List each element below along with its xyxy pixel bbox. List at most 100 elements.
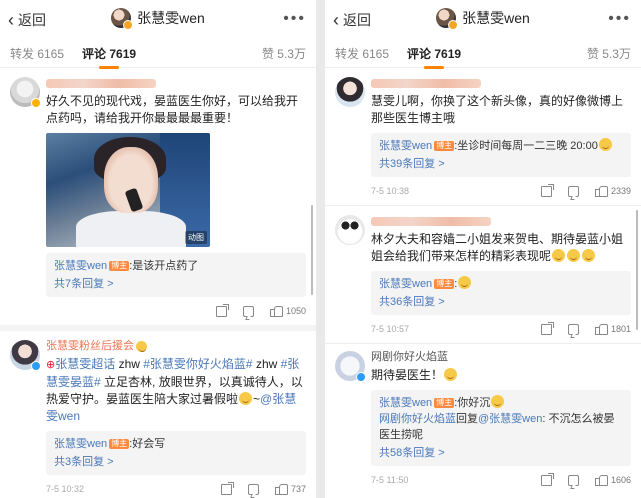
comment-gif-image[interactable]: 动图 xyxy=(46,133,210,247)
share-icon xyxy=(540,472,554,486)
like-button[interactable]: 2339 xyxy=(594,185,631,197)
username[interactable]: 网剧你好火焰蓝 xyxy=(371,350,631,364)
reply-author[interactable]: 张慧雯wen xyxy=(379,140,432,152)
tab-repost[interactable]: 转发 6165 xyxy=(335,45,389,62)
reply-text: :是该开点药了 xyxy=(129,260,199,272)
reply-box[interactable]: 张慧雯wen 博主: 共36条回复 > xyxy=(371,271,631,315)
reply-author[interactable]: 张慧雯wen xyxy=(54,260,107,272)
reply-box[interactable]: 张慧雯wen 博主:好会写 共3条回复 > xyxy=(46,431,306,475)
reply-author[interactable]: 张慧雯wen xyxy=(379,278,432,290)
reply-line: 张慧雯wen 博主:好会写 xyxy=(54,436,298,452)
username[interactable] xyxy=(371,76,631,90)
more-replies-link[interactable]: 共58条回复 > xyxy=(379,445,623,461)
share-button[interactable] xyxy=(220,481,234,495)
like-icon xyxy=(594,474,608,486)
hashtag-link[interactable]: #张慧雯你好火焰蓝# xyxy=(143,357,252,371)
like-icon xyxy=(594,323,608,335)
reply-author[interactable]: 张慧雯wen xyxy=(54,438,107,450)
like-count: 1050 xyxy=(285,306,306,316)
comment-text: 慧雯儿啊，你换了这个新头像，真的好像微博上那些医生博主哦 xyxy=(371,94,624,125)
author-chip: 博主 xyxy=(109,261,130,271)
more-icon[interactable]: ••• xyxy=(608,10,631,28)
emoji-icon xyxy=(598,138,612,151)
tab-comment[interactable]: 评论 7619 xyxy=(407,45,461,62)
blurred-username xyxy=(371,216,491,226)
share-button[interactable] xyxy=(215,303,229,317)
tab-bar: 转发 6165 评论 7619 赞 5.3万 xyxy=(0,40,316,68)
reply-verb: 回复 xyxy=(456,413,478,425)
header-username: 张慧雯wen xyxy=(137,10,205,26)
share-button[interactable] xyxy=(540,472,554,486)
reply-line: 张慧雯wen 博主:坐诊时间每周一二三晚 20:00 xyxy=(379,138,623,154)
more-replies-link[interactable]: 共3条回复 > xyxy=(54,454,298,470)
like-button[interactable]: 1050 xyxy=(269,305,306,317)
author-chip: 博主 xyxy=(434,398,455,408)
header-username: 张慧雯wen xyxy=(462,10,530,26)
reply-box[interactable]: 张慧雯wen 博主:是该开点药了 共7条回复 > xyxy=(46,253,306,297)
more-replies-link[interactable]: 共36条回复 > xyxy=(379,294,623,310)
tab-repost[interactable]: 转发 6165 xyxy=(10,45,64,62)
emoji-icon xyxy=(239,392,253,405)
more-replies-link[interactable]: 共39条回复 > xyxy=(379,156,623,172)
like-button[interactable]: 737 xyxy=(274,483,306,495)
like-button[interactable]: 1801 xyxy=(594,323,631,335)
comment-item: 林夕大夫和容嫱二小姐发来贺电、期待晏蓝小姐姐会给我们带来怎样的精彩表现呢 张慧雯… xyxy=(325,206,641,344)
emoji-icon xyxy=(458,276,472,289)
share-button[interactable] xyxy=(540,321,554,335)
text-segment: zhw xyxy=(115,357,144,371)
like-icon xyxy=(594,185,608,197)
tab-like[interactable]: 赞 5.3万 xyxy=(262,45,306,62)
comment-button[interactable] xyxy=(247,483,259,495)
avatar[interactable] xyxy=(335,215,365,245)
reply-author[interactable]: 张慧雯wen xyxy=(379,397,432,409)
mention-link[interactable]: @张慧雯wen xyxy=(478,413,542,425)
reply-box[interactable]: 张慧雯wen 博主:坐诊时间每周一二三晚 20:00 共39条回复 > xyxy=(371,133,631,177)
avatar[interactable] xyxy=(335,77,365,107)
comment-item: 网剧你好火焰蓝 期待晏医生！ 张慧雯wen 博主:你好沉 网剧你好火焰蓝回复@张慧… xyxy=(325,344,641,494)
verified-badge-icon xyxy=(31,361,41,371)
avatar xyxy=(111,8,134,30)
header-title[interactable]: 张慧雯wen xyxy=(0,8,316,30)
scrollbar[interactable] xyxy=(636,210,638,330)
username[interactable] xyxy=(371,214,631,228)
blurred-username xyxy=(371,78,481,88)
image-coat xyxy=(76,211,186,247)
emoji-icon xyxy=(491,395,505,408)
share-icon xyxy=(540,321,554,335)
username[interactable] xyxy=(46,76,306,90)
share-icon xyxy=(220,481,234,495)
comment-icon xyxy=(242,305,254,317)
more-icon[interactable]: ••• xyxy=(283,10,306,28)
reply-author[interactable]: 网剧你好火焰蓝 xyxy=(379,413,456,425)
tab-comment[interactable]: 评论 7619 xyxy=(82,45,136,62)
reply-text: : xyxy=(454,278,458,290)
more-replies-link[interactable]: 共7条回复 > xyxy=(54,276,298,292)
comment-button[interactable] xyxy=(567,323,579,335)
like-count: 1801 xyxy=(610,324,631,334)
timestamp: 7-5 10:38 xyxy=(371,186,410,196)
header-title[interactable]: 张慧雯wen xyxy=(325,8,641,30)
gif-badge: 动图 xyxy=(185,231,207,244)
like-count: 1606 xyxy=(610,475,631,485)
reply-text: :好会写 xyxy=(129,438,166,450)
comment-item: 张慧雯粉丝后援会 ⊕张慧雯超话 zhw #张慧雯你好火焰蓝# zhw #张慧雯晏… xyxy=(0,331,316,498)
emoji-icon xyxy=(444,368,458,381)
comment-actions: 7-5 10:38 2339 xyxy=(371,181,631,201)
nav-header: ‹ 返回 张慧雯wen ••• xyxy=(325,0,641,40)
comment-button[interactable] xyxy=(242,305,254,317)
reply-box[interactable]: 张慧雯wen 博主:你好沉 网剧你好火焰蓝回复@张慧雯wen: 不沉怎么被晏医生捞… xyxy=(371,390,631,466)
share-button[interactable] xyxy=(540,183,554,197)
avatar xyxy=(436,8,459,30)
blurred-username xyxy=(46,78,156,88)
username-text: 张慧雯粉丝后援会 xyxy=(46,340,134,352)
scrollbar[interactable] xyxy=(311,205,313,295)
comment-button[interactable] xyxy=(567,185,579,197)
share-icon xyxy=(215,303,229,317)
text-segment: zhw xyxy=(252,357,281,371)
super-topic-link[interactable]: 张慧雯超话 xyxy=(55,357,115,371)
tab-like[interactable]: 赞 5.3万 xyxy=(587,45,631,62)
comment-button[interactable] xyxy=(567,474,579,486)
username[interactable]: 张慧雯粉丝后援会 xyxy=(46,339,306,353)
reply-text: :坐诊时间每周一二三晚 20:00 xyxy=(454,140,598,152)
like-button[interactable]: 1606 xyxy=(594,474,631,486)
